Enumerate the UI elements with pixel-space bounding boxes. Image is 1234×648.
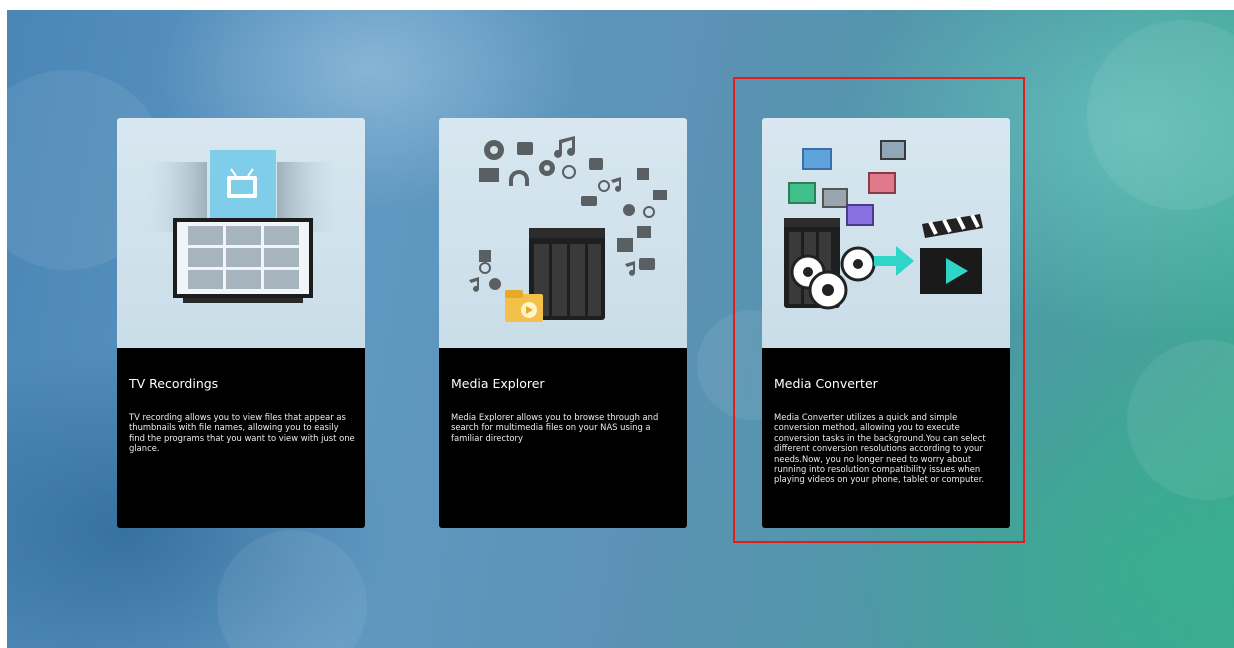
- media-explorer-card[interactable]: Media Explorer Media Explorer allows you…: [439, 118, 687, 528]
- card-description: Media Explorer allows you to browse thro…: [451, 412, 659, 443]
- nas-media-icons: [469, 136, 667, 322]
- bokeh-decoration: [217, 530, 367, 648]
- media-converter-info: Media Converter Media Converter utilizes…: [762, 348, 1010, 528]
- bokeh-decoration: [1127, 340, 1234, 500]
- tv-recordings-illustration: [117, 118, 365, 348]
- card-description: TV recording allows you to view files th…: [129, 412, 355, 454]
- card-title: Media Converter: [774, 376, 878, 391]
- card-title: TV Recordings: [129, 376, 219, 391]
- bokeh-decoration: [1087, 20, 1234, 210]
- card-description: Media Converter utilizes a quick and sim…: [774, 412, 986, 485]
- app-background: TV Recordings TV recording allows you to…: [7, 10, 1234, 648]
- nas-gears-clapperboard-icon: [784, 140, 983, 310]
- tv-thumbnails-icon: [147, 150, 337, 303]
- media-explorer-illustration: [439, 118, 687, 348]
- media-converter-card[interactable]: Media Converter Media Converter utilizes…: [762, 118, 1010, 528]
- tv-recordings-info: TV Recordings TV recording allows you to…: [117, 348, 365, 528]
- media-explorer-info: Media Explorer Media Explorer allows you…: [439, 348, 687, 528]
- tv-recordings-card[interactable]: TV Recordings TV recording allows you to…: [117, 118, 365, 528]
- card-title: Media Explorer: [451, 376, 545, 391]
- media-converter-illustration: [762, 118, 1010, 348]
